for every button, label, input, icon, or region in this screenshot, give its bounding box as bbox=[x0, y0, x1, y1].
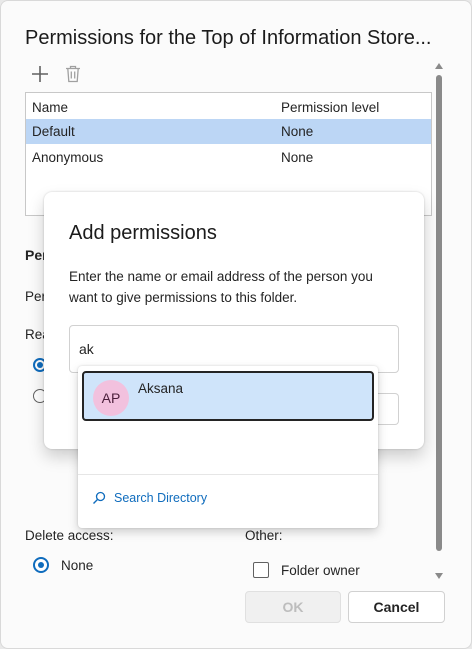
permission-level-label-fragment: Per bbox=[25, 289, 47, 304]
table-header: Name Permission level bbox=[26, 95, 431, 120]
divider bbox=[78, 474, 378, 475]
suggestion-dropdown: AP Aksana Search Directory bbox=[78, 366, 378, 528]
delete-none-label: None bbox=[61, 558, 94, 573]
scrollbar[interactable] bbox=[433, 63, 445, 583]
folder-owner-checkbox[interactable] bbox=[253, 562, 269, 578]
add-permission-button[interactable] bbox=[29, 63, 51, 85]
delete-access-label: Delete access: bbox=[25, 528, 114, 543]
ok-button[interactable]: OK bbox=[245, 591, 341, 623]
scroll-down-arrow-icon[interactable] bbox=[435, 573, 443, 579]
cancel-button[interactable]: Cancel bbox=[348, 591, 445, 623]
suggestion-item[interactable]: AP Aksana bbox=[82, 371, 374, 421]
dialog-title: Permissions for the Top of Information S… bbox=[25, 27, 432, 49]
row-permission-level: None bbox=[281, 124, 314, 139]
suggestion-name: Aksana bbox=[138, 381, 184, 396]
table-row[interactable]: Anonymous None bbox=[26, 145, 431, 170]
row-name: Default bbox=[32, 124, 75, 139]
other-label: Other: bbox=[245, 528, 283, 543]
folder-owner-label: Folder owner bbox=[281, 563, 360, 578]
column-header-name[interactable]: Name bbox=[32, 100, 68, 115]
row-name: Anonymous bbox=[32, 150, 104, 165]
avatar: AP bbox=[93, 380, 129, 416]
plus-icon bbox=[32, 66, 48, 82]
delete-permission-button[interactable] bbox=[62, 63, 84, 85]
add-permissions-description: Enter the name or email address of the p… bbox=[69, 269, 373, 305]
add-permissions-title: Add permissions bbox=[69, 222, 217, 244]
delete-none-radio[interactable] bbox=[33, 557, 49, 573]
trash-icon bbox=[66, 65, 80, 83]
scroll-thumb[interactable] bbox=[436, 75, 442, 551]
search-icon bbox=[93, 491, 106, 504]
search-directory-link[interactable]: Search Directory bbox=[92, 491, 207, 505]
table-row[interactable]: Default None bbox=[26, 119, 431, 144]
row-permission-level: None bbox=[281, 150, 314, 165]
scroll-up-arrow-icon[interactable] bbox=[435, 63, 443, 69]
search-directory-label: Search Directory bbox=[114, 491, 208, 505]
column-header-permission-level[interactable]: Permission level bbox=[281, 100, 379, 115]
